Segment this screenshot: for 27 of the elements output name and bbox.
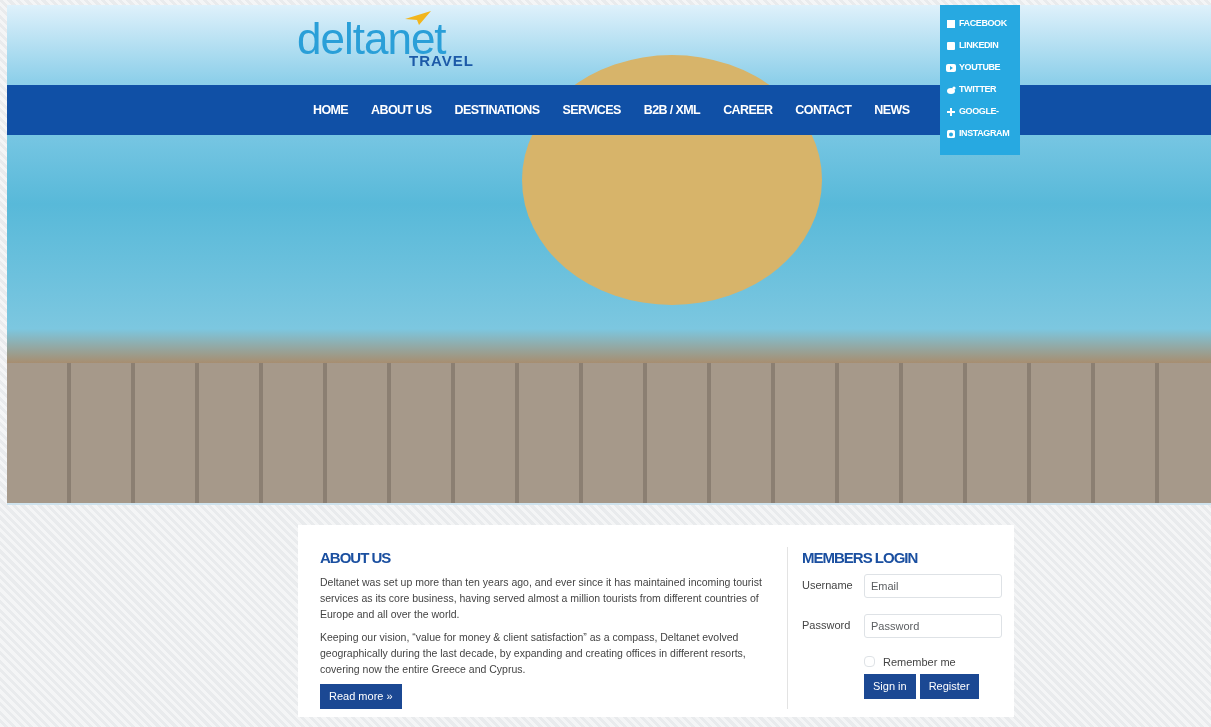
bird-icon: [946, 85, 956, 95]
field-label: Password: [802, 618, 852, 634]
nav-link[interactable]: CONTACT: [789, 96, 858, 124]
camera-icon: [946, 129, 956, 139]
remember-checkbox[interactable]: [864, 656, 875, 668]
about-paragraph: Deltanet was set up more than ten years ago, and ever since it has maintained incoming tourist services as its core business, having served almost a million tourists from different countries of Europe and all over the world.: [320, 574, 763, 622]
input-field[interactable]: Email: [864, 573, 1002, 598]
square-icon: [946, 41, 956, 51]
field-label: Username: [802, 578, 854, 594]
nav-link[interactable]: HOME: [307, 96, 355, 124]
section-title: MEMBERS LOGIN: [802, 548, 919, 568]
register-button[interactable]: Register: [919, 674, 979, 699]
nav-link[interactable]: NEWS: [868, 96, 916, 124]
nav-link[interactable]: SERVICES: [556, 96, 627, 124]
play-icon: [946, 63, 956, 73]
read-more-button[interactable]: Read more »: [320, 684, 402, 709]
plus-icon: [946, 107, 956, 117]
sign-in-button[interactable]: Sign in: [864, 674, 916, 699]
remember-label: Remember me: [883, 654, 956, 670]
nav-link[interactable]: DESTINATIONS: [448, 96, 546, 124]
nav-link[interactable]: ABOUT US: [365, 96, 438, 124]
input-field[interactable]: Password: [864, 613, 1002, 638]
section-title: ABOUT US: [320, 548, 392, 568]
about-paragraph: Keeping our vision, “value for money & client satisfaction” as a compass, Deltanet evolved geographically during the last decade, by expanding and creating offices in different resorts, covering now the entire Greece and Cyprus.: [320, 629, 747, 677]
square-icon: [946, 19, 956, 29]
nav-link[interactable]: CAREER: [717, 96, 779, 124]
nav-link[interactable]: B2B / XML: [637, 96, 707, 124]
